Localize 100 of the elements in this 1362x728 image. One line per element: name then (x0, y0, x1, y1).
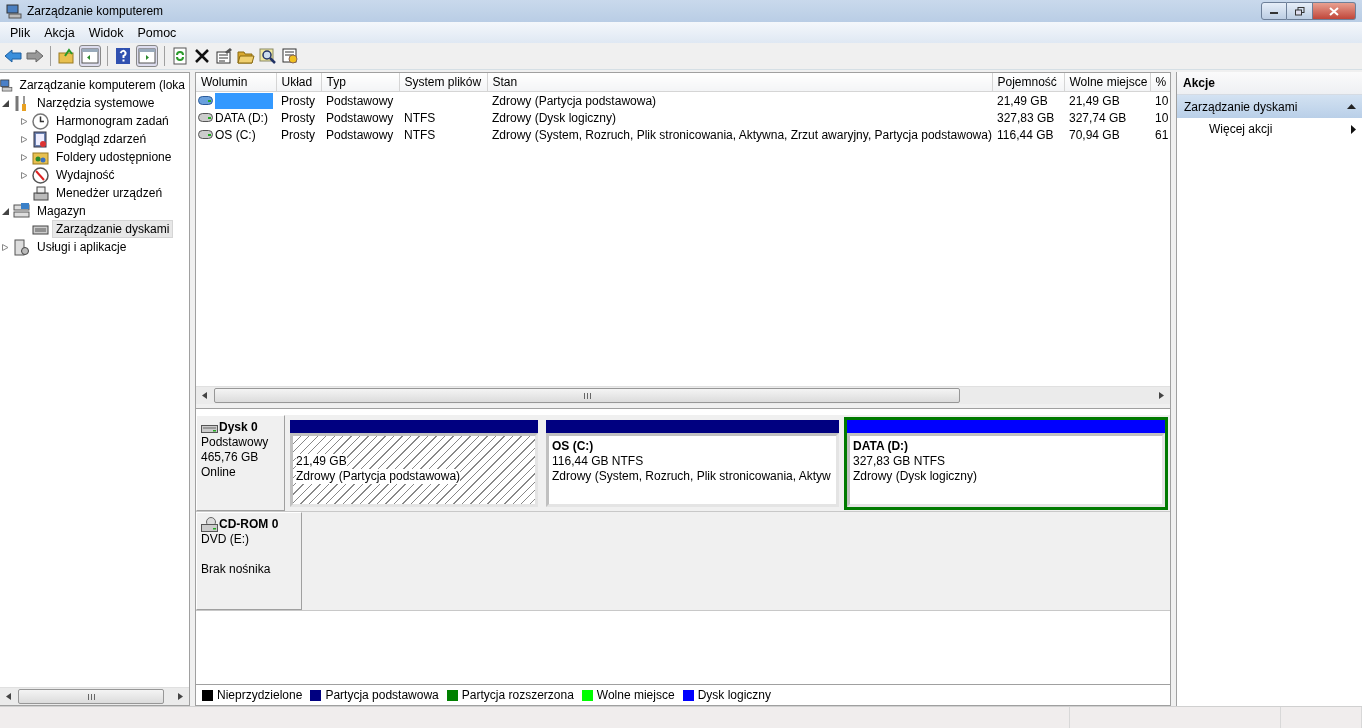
partition-status: Zdrowy (Partycja podstawowa) (296, 469, 461, 484)
horizontal-scrollbar[interactable] (0, 687, 189, 705)
collapsed-triangle-icon[interactable] (20, 153, 28, 161)
minimize-button[interactable] (1261, 2, 1287, 20)
show-hide-tree-icon[interactable] (81, 47, 99, 65)
tree-item[interactable]: Zarządzanie dyskami (52, 220, 174, 238)
device-manager-icon (32, 184, 49, 202)
table-cell: 61 (1155, 127, 1169, 142)
computer-icon (0, 76, 13, 94)
tree-item[interactable]: Magazyn (33, 202, 90, 220)
storage-icon (13, 202, 30, 220)
partition-status: Zdrowy (Dysk logiczny) (853, 469, 978, 484)
volume-name[interactable]: DATA (D:) (215, 110, 268, 125)
column-header[interactable]: Wolumin (196, 73, 276, 92)
table-cell: 10 (1155, 93, 1169, 108)
legend-label: Partycja rozszerzona (461, 688, 574, 702)
show-action-pane-icon[interactable] (138, 47, 156, 65)
menu-item[interactable]: Widok (81, 23, 131, 42)
tree-item[interactable]: Narzędzia systemowe (33, 94, 159, 112)
table-cell: Prosty (281, 110, 315, 125)
submenu-arrow-icon (1351, 124, 1356, 134)
maximize-button[interactable] (1287, 2, 1313, 20)
menu-item[interactable]: Plik (3, 23, 38, 42)
selected-volume-highlight[interactable] (215, 92, 273, 109)
horizontal-scrollbar[interactable] (196, 386, 1170, 404)
collapsed-triangle-icon[interactable] (20, 135, 28, 143)
partition-name: DATA (D:) (853, 439, 909, 454)
up-folder-icon[interactable] (57, 47, 75, 65)
table-cell: NTFS (404, 110, 436, 125)
partition-size: 116,44 GB NTFS (552, 454, 644, 469)
partition-size: 21,49 GB (296, 454, 347, 469)
section-title: Zarządzanie dyskami (1184, 99, 1298, 114)
action-label: Więcej akcji (1209, 122, 1273, 136)
column-header[interactable]: Pojemność (992, 73, 1064, 92)
table-cell: 327,83 GB (997, 110, 1055, 125)
collapsed-triangle-icon[interactable] (20, 171, 28, 179)
properties-icon[interactable] (215, 47, 233, 65)
table-cell: Prosty (281, 127, 315, 142)
column-header[interactable]: Wolne miejsce (1064, 73, 1150, 92)
scroll-thumb[interactable] (214, 388, 960, 403)
column-header[interactable]: Układ (276, 73, 321, 92)
partition-block[interactable]: 21,49 GB Zdrowy (Partycja podstawowa) (287, 417, 541, 510)
action-section-header[interactable]: Zarządzanie dyskami (1177, 95, 1362, 118)
table-cell: 116,44 GB (997, 127, 1054, 142)
settings-icon[interactable] (281, 47, 299, 65)
cd-drive-icon (201, 517, 218, 532)
services-icon (13, 238, 30, 256)
collapse-arrow-icon[interactable] (1347, 104, 1356, 109)
disk-type: DVD (E:) (201, 532, 250, 547)
grip-icon (87, 693, 95, 700)
actions-header: Akcje (1177, 72, 1362, 95)
partition-block[interactable]: OS (C:) 116,44 GB NTFS Zdrowy (System, Rozruch, Plik stronicowania, Aktyw (543, 417, 842, 510)
collapsed-triangle-icon[interactable] (1, 243, 9, 251)
column-header[interactable]: System plików (399, 73, 487, 92)
action-item[interactable]: Więcej akcji (1177, 118, 1362, 140)
partition-block[interactable]: DATA (D:) 327,83 GB NTFS Zdrowy (Dysk logiczny) (844, 417, 1168, 510)
table-cell: Podstawowy (326, 110, 394, 125)
legend-label: Dysk logiczny (697, 688, 771, 702)
scroll-thumb[interactable] (18, 689, 165, 704)
disk-name: Dysk 0 (219, 420, 258, 435)
restore-icon (1294, 6, 1305, 16)
forward-arrow-icon[interactable] (26, 47, 44, 65)
close-button[interactable] (1313, 2, 1356, 20)
tree-item[interactable]: Podgląd zdarzeń (52, 130, 151, 148)
volume-name[interactable]: OS (C:) (215, 127, 256, 142)
search-icon[interactable] (259, 47, 277, 65)
partition-status: Zdrowy (System, Rozruch, Plik stronicowania, Aktyw (552, 469, 831, 484)
table-cell: Zdrowy (Partycja podstawowa) (492, 93, 657, 108)
left-arrow-icon (6, 693, 11, 700)
computer-management-icon (6, 3, 22, 19)
tree-item[interactable]: Foldery udostępnione (52, 148, 176, 166)
drive-icon (198, 113, 213, 122)
menu-item[interactable]: Akcja (37, 23, 82, 42)
table-cell: 70,94 GB (1069, 127, 1120, 142)
tree-item[interactable]: Zarządzanie komputerem (loka (15, 76, 189, 94)
collapsed-triangle-icon[interactable] (20, 117, 28, 125)
left-arrow-icon (202, 392, 207, 399)
table-cell: Zdrowy (System, Rozruch, Plik stronicowania, Aktywna, Zrzut awaryjny, Partycja podstawowa) (492, 127, 992, 142)
table-cell: Prosty (281, 93, 315, 108)
tree-item[interactable]: Wydajność (52, 166, 119, 184)
event-log-icon (32, 130, 49, 148)
column-header[interactable]: Stan (487, 73, 992, 92)
back-arrow-icon[interactable] (4, 47, 22, 65)
right-arrow-icon (1159, 392, 1164, 399)
tree-item[interactable]: Menedżer urządzeń (52, 184, 167, 202)
disk-name: CD-ROM 0 (219, 517, 279, 532)
drive-icon (198, 96, 213, 105)
delete-icon[interactable] (193, 47, 211, 65)
legend-label: Wolne miejsce (596, 688, 675, 702)
menu-item[interactable]: Pomoc (130, 23, 184, 42)
tree-item[interactable]: Harmonogram zadań (52, 112, 173, 130)
expanded-triangle-icon[interactable] (1, 99, 9, 107)
help-icon[interactable] (114, 47, 132, 65)
refresh-icon[interactable] (171, 47, 189, 65)
column-header[interactable]: Typ (321, 73, 399, 92)
tree-item[interactable]: Usługi i aplikacje (33, 238, 131, 256)
table-cell: 21,49 GB (997, 93, 1048, 108)
column-header[interactable]: % (1150, 73, 1170, 92)
expanded-triangle-icon[interactable] (1, 207, 9, 215)
legend-label: Nieprzydzielone (217, 688, 303, 702)
